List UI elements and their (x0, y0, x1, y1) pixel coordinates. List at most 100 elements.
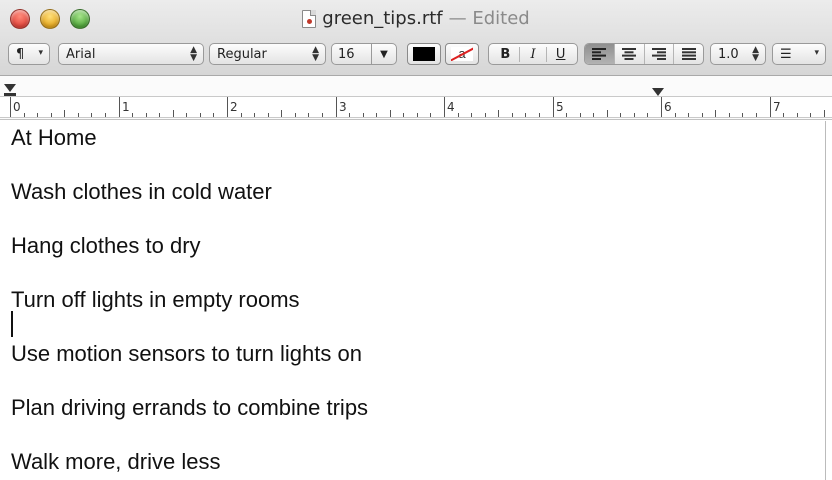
ruler-minor-tick (783, 113, 784, 117)
textedit-window: green_tips.rtf — Edited ¶ ▾ Arial ▲ ▼ Reg… (0, 0, 832, 480)
ruler-minor-tick (186, 113, 187, 117)
ruler-minor-tick (458, 113, 459, 117)
ruler-minor-tick (702, 113, 703, 117)
line-spacing-select[interactable]: 1.0 ▲ ▼ (710, 43, 766, 65)
window-title: green_tips.rtf — Edited (0, 8, 832, 29)
ruler-minor-tick (200, 113, 201, 117)
align-left-button[interactable] (585, 44, 614, 64)
ruler-number: 3 (339, 100, 347, 114)
ruler-minor-tick (756, 113, 757, 117)
edited-status[interactable]: — Edited (449, 8, 530, 29)
font-style-value: Regular (217, 46, 267, 62)
document-line: Wash clothes in cold water (11, 179, 272, 204)
ruler-minor-tick (363, 113, 364, 117)
ruler-minor-tick (729, 113, 730, 117)
filename: green_tips.rtf (322, 8, 443, 29)
align-right-button[interactable] (643, 44, 674, 64)
stepper-arrows-icon: ▲ ▼ (312, 45, 319, 63)
justify-button[interactable] (673, 44, 703, 64)
background-color-well[interactable]: a (445, 43, 479, 65)
ruler-minor-tick (349, 113, 350, 117)
font-style-select[interactable]: Regular ▲ ▼ (209, 43, 326, 65)
ruler-minor-tick (810, 113, 811, 117)
line-spacing-value: 1.0 (718, 46, 739, 62)
ruler-minor-tick (213, 113, 214, 117)
italic-button[interactable]: I (518, 46, 547, 62)
ruler-minor-tick (281, 110, 282, 117)
ruler-minor-tick (688, 113, 689, 117)
ruler-minor-tick (295, 113, 296, 117)
chevron-down-icon: ▾ (38, 48, 43, 58)
paragraph-styles-button[interactable]: ¶ ▾ (8, 43, 50, 65)
ruler-minor-tick (51, 113, 52, 117)
document-line: Hang clothes to dry (11, 233, 201, 258)
font-family-value: Arial (66, 46, 96, 62)
ruler-minor-tick (417, 113, 418, 117)
ruler[interactable]: 0 1 2 3 4 5 6 7 (0, 76, 832, 120)
ruler-minor-tick (403, 113, 404, 117)
ruler-major-tick (553, 97, 554, 117)
chevron-down-icon[interactable]: ▼ (372, 49, 396, 60)
list-bullets-select[interactable]: ☰ ▾ (772, 43, 826, 65)
paragraph-icon: ¶ (16, 46, 25, 62)
ruler-minor-tick (647, 113, 648, 117)
underline-button[interactable]: U (546, 46, 574, 62)
ruler-major-tick (770, 97, 771, 117)
ruler-minor-tick (593, 113, 594, 117)
right-margin-marker[interactable] (652, 88, 664, 96)
align-right-icon (651, 48, 666, 60)
ruler-major-tick (119, 97, 120, 117)
ruler-minor-tick (64, 110, 65, 117)
ruler-major-tick (336, 97, 337, 117)
align-left-icon (592, 48, 607, 60)
ruler-minor-tick (376, 113, 377, 117)
ruler-number: 2 (230, 100, 238, 114)
list-icon: ☰ (780, 46, 792, 62)
ruler-minor-tick (471, 113, 472, 117)
first-line-indent-marker[interactable] (4, 84, 16, 92)
ruler-number: 4 (447, 100, 455, 114)
document-line: At Home (11, 125, 97, 150)
ruler-minor-tick (485, 113, 486, 117)
ruler-minor-tick (390, 110, 391, 117)
align-center-button[interactable] (613, 44, 644, 64)
ruler-number: 5 (556, 100, 564, 114)
text-caret (11, 311, 13, 337)
ruler-minor-tick (78, 113, 79, 117)
ruler-minor-tick (146, 113, 147, 117)
ruler-minor-tick (525, 113, 526, 117)
ruler-minor-tick (580, 113, 581, 117)
ruler-number: 0 (13, 100, 21, 114)
text-color-well[interactable] (407, 43, 441, 65)
document-icon[interactable] (302, 9, 317, 28)
ruler-minor-tick (620, 113, 621, 117)
bold-button[interactable]: B (492, 47, 519, 62)
ruler-minor-tick (607, 110, 608, 117)
font-size-combobox[interactable]: 16 ▼ (331, 43, 397, 65)
ruler-minor-tick (91, 113, 92, 117)
ruler-minor-tick (675, 113, 676, 117)
ruler-minor-tick (105, 113, 106, 117)
ruler-number: 1 (122, 100, 130, 114)
stepper-arrows-icon: ▲ ▼ (190, 45, 197, 63)
ruler-major-tick (10, 97, 11, 117)
ruler-minor-tick (512, 113, 513, 117)
document-line: Walk more, drive less (11, 449, 221, 474)
ruler-minor-tick (37, 113, 38, 117)
document-text-area[interactable]: At Home Wash clothes in cold water Hang … (0, 121, 826, 480)
ruler-number: 7 (773, 100, 781, 114)
ruler-minor-tick (268, 113, 269, 117)
ruler-minor-tick (715, 110, 716, 117)
document-line: Plan driving errands to combine trips (11, 395, 369, 420)
alignment-segmented (584, 43, 704, 65)
ruler-number: 6 (664, 100, 672, 114)
chevron-down-icon: ▾ (814, 48, 819, 58)
document-line: Turn off lights in empty rooms (11, 287, 300, 312)
font-family-select[interactable]: Arial ▲ ▼ (58, 43, 204, 65)
text-style-segmented: B I U (488, 43, 578, 65)
ruler-minor-tick (254, 113, 255, 117)
ruler-minor-tick (24, 113, 25, 117)
font-size-value[interactable]: 16 (332, 44, 372, 64)
ruler-minor-tick (498, 110, 499, 117)
ruler-minor-tick (308, 113, 309, 117)
